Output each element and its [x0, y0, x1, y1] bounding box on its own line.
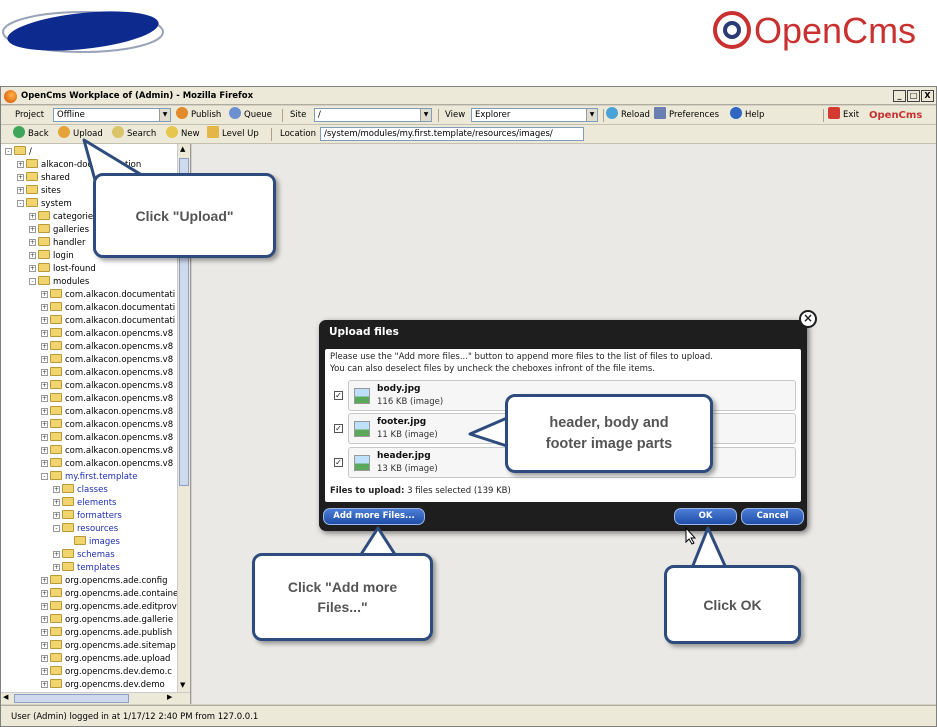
callout-image-parts: header, body and footer image parts	[505, 394, 713, 473]
callout-text-line2: Files..."	[317, 599, 368, 615]
callout-text: header, body and footer image parts	[545, 414, 673, 452]
tutorial-screenshot: OpenCms OpenCms Workplace of (Admin) - M…	[0, 0, 937, 727]
callout-text: Click "Upload"	[135, 207, 234, 224]
callout-click-ok: Click OK	[664, 565, 801, 644]
callout-text-line1: Click "Add more	[287, 579, 398, 595]
callout-click-upload: Click "Upload"	[93, 173, 276, 258]
callout-click-add-more: Click "Add more Files..."	[252, 553, 433, 641]
callout-text: Click OK	[703, 596, 762, 613]
